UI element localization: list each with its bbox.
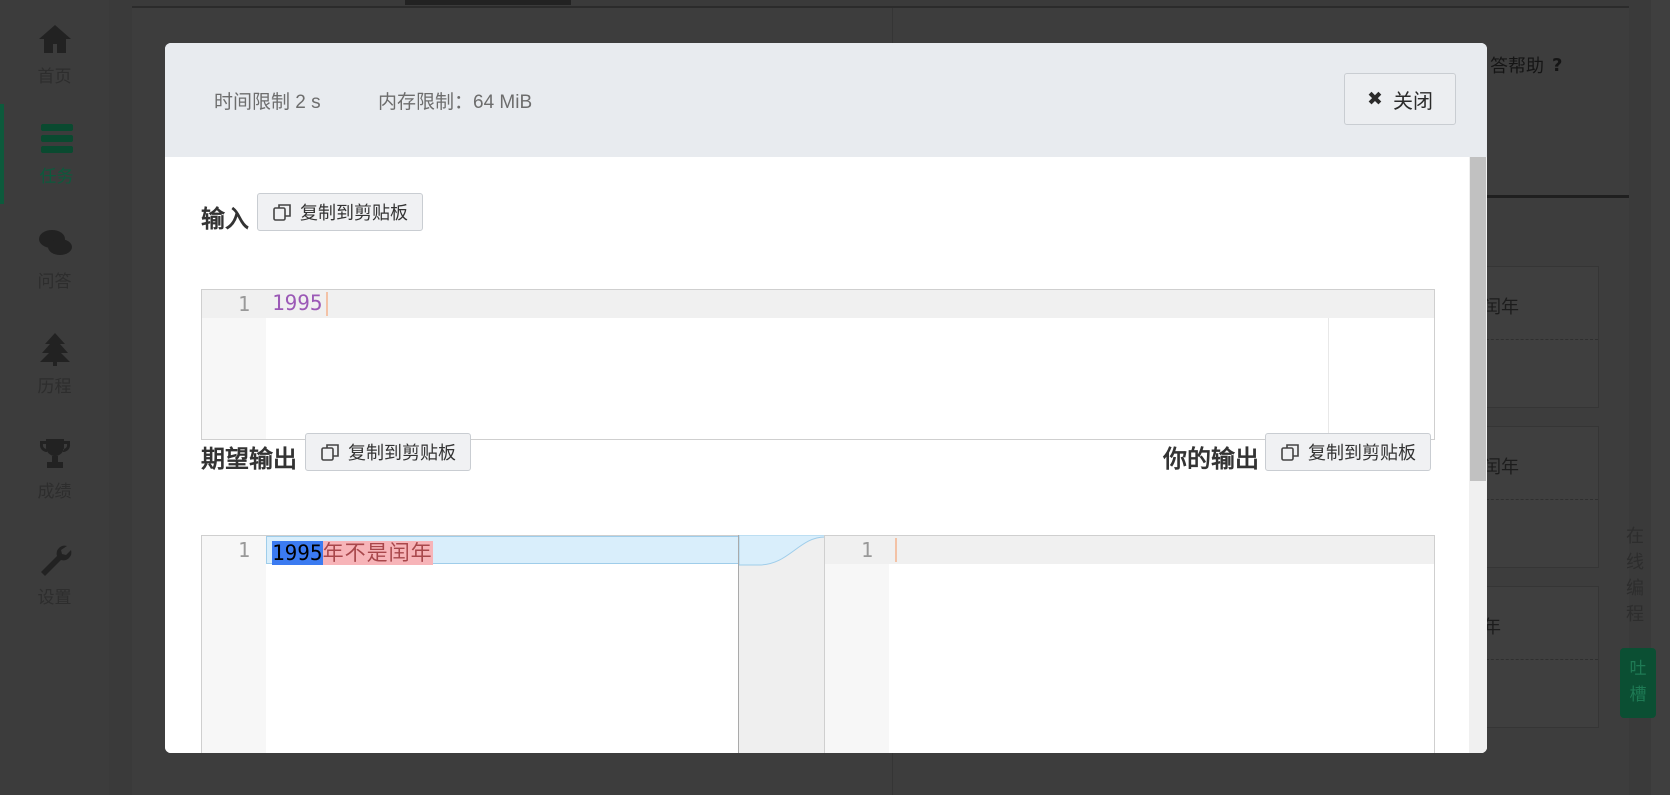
nav-tasks[interactable]: 任务 xyxy=(0,104,109,204)
nav-scores-label: 成绩 xyxy=(37,481,72,502)
bg-card-divider xyxy=(1471,499,1598,500)
line-number: 1 xyxy=(237,538,250,562)
copy-icon xyxy=(1281,444,1299,461)
input-title: 输入 xyxy=(201,205,249,233)
copy-icon xyxy=(321,444,339,461)
diff-deleted-text: 年不是闰年 xyxy=(322,541,433,565)
online-coding-char: 在 xyxy=(1626,526,1644,547)
nav-home-label: 首页 xyxy=(37,66,72,87)
modal-body: 输入 复制到剪贴板 1 1995 期望输出 复制到剪贴板 你的输出 复制到剪贴板 xyxy=(165,157,1487,753)
input-editor[interactable]: 1 1995 xyxy=(201,289,1435,440)
close-label: 关闭 xyxy=(1392,88,1433,113)
editor-margin-line xyxy=(1328,318,1329,439)
active-line xyxy=(825,536,1434,564)
bg-card[interactable]: 年 xyxy=(1470,586,1599,728)
nav-settings-label: 设置 xyxy=(37,587,72,608)
bg-card-divider xyxy=(1471,659,1598,660)
sidebar: 首页 任务 问答 历程 成绩 设置 xyxy=(0,0,109,795)
copy-label: 复制到剪贴板 xyxy=(300,203,408,224)
your-output-editor[interactable]: 1 xyxy=(824,535,1435,753)
copy-icon xyxy=(273,204,291,221)
question-icon: ? xyxy=(1552,54,1563,76)
tree-icon xyxy=(39,332,70,366)
online-coding-char: 程 xyxy=(1626,604,1644,625)
bg-active-tab-mark xyxy=(405,0,571,5)
nav-history-label: 历程 xyxy=(37,376,72,397)
nav-scores[interactable]: 成绩 xyxy=(0,419,109,519)
diff-merge-gap xyxy=(738,535,826,753)
close-button[interactable]: ✖ 关闭 xyxy=(1344,73,1456,125)
copy-label: 复制到剪贴板 xyxy=(1308,443,1416,464)
bg-card-text: 闰年 xyxy=(1483,457,1519,478)
bg-card-divider xyxy=(1471,339,1598,340)
copy-output-button[interactable]: 复制到剪贴板 xyxy=(1265,433,1431,471)
your-output-title: 你的输出 xyxy=(1163,445,1259,473)
active-line xyxy=(202,290,1434,318)
bg-help-button[interactable]: 答帮助 ? xyxy=(1478,46,1574,84)
nav-settings[interactable]: 设置 xyxy=(0,525,109,625)
wrench-icon xyxy=(40,545,71,576)
tasks-icon xyxy=(40,123,73,153)
bg-help-label: 答帮助 xyxy=(1490,56,1544,77)
expected-output-editor[interactable]: 1 1995年不是闰年 xyxy=(201,535,740,753)
selected-text: 1995 xyxy=(272,541,323,565)
bg-section-rule xyxy=(1470,195,1629,198)
bg-card[interactable]: 闰年 xyxy=(1470,426,1599,568)
comments-icon xyxy=(38,229,72,255)
line-gutter xyxy=(202,536,266,753)
modal-scrollbar-thumb[interactable] xyxy=(1470,157,1486,481)
close-icon: ✖ xyxy=(1367,88,1383,110)
nav-qa[interactable]: 问答 xyxy=(0,209,109,309)
feedback-char: 槽 xyxy=(1629,685,1647,705)
text-cursor xyxy=(326,292,328,316)
diff-connector xyxy=(739,535,825,566)
line-number: 1 xyxy=(860,538,873,562)
nav-home[interactable]: 首页 xyxy=(0,4,109,104)
modal-header: 时间限制 2 s 内存限制：64 MiB ✖ 关闭 xyxy=(165,43,1487,158)
bg-card-text: 闰年 xyxy=(1483,297,1519,318)
expected-code-line: 1995年不是闰年 xyxy=(272,537,433,567)
trophy-icon xyxy=(39,438,70,468)
test-case-modal: 时间限制 2 s 内存限制：64 MiB ✖ 关闭 输入 复制到剪贴板 1 19… xyxy=(165,43,1487,753)
memory-limit: 内存限制：64 MiB xyxy=(378,92,533,113)
time-limit: 时间限制 2 s xyxy=(214,92,321,113)
bg-card[interactable]: 闰年 xyxy=(1470,266,1599,408)
online-coding-tab[interactable]: 在 线 编 程 xyxy=(1624,524,1646,628)
copy-label: 复制到剪贴板 xyxy=(348,443,456,464)
online-coding-char: 编 xyxy=(1626,578,1644,599)
text-cursor xyxy=(895,538,897,562)
line-gutter xyxy=(825,536,889,753)
copy-input-button[interactable]: 复制到剪贴板 xyxy=(257,193,423,231)
home-icon xyxy=(38,24,71,53)
copy-expected-button[interactable]: 复制到剪贴板 xyxy=(305,433,471,471)
expected-output-title: 期望输出 xyxy=(201,445,297,473)
nav-history[interactable]: 历程 xyxy=(0,314,109,414)
online-coding-char: 线 xyxy=(1626,552,1644,573)
nav-qa-label: 问答 xyxy=(37,271,72,292)
feedback-char: 吐 xyxy=(1629,659,1647,679)
feedback-tab[interactable]: 吐 槽 xyxy=(1620,648,1656,718)
line-number: 1 xyxy=(237,292,250,316)
input-code-line: 1995 xyxy=(272,291,323,315)
nav-tasks-label: 任务 xyxy=(39,166,74,187)
